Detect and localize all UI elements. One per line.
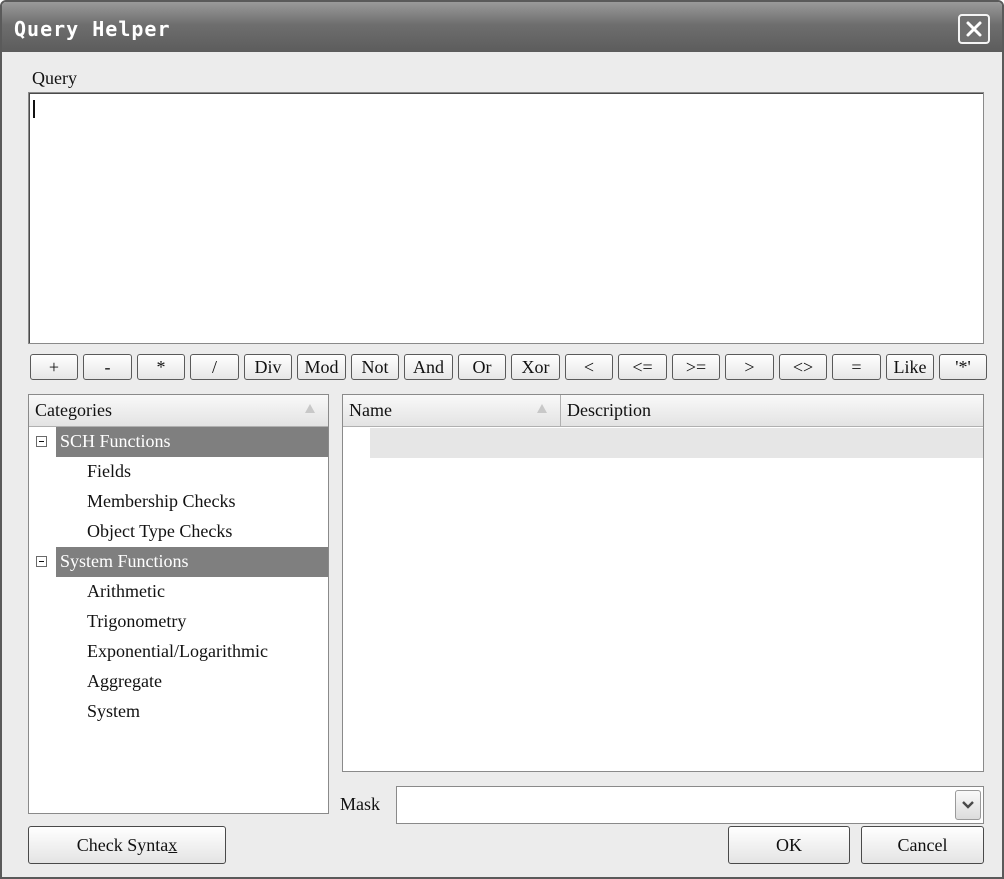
window-title: Query Helper <box>14 17 171 41</box>
operator-button-less-than[interactable]: < <box>565 354 613 380</box>
query-helper-dialog: Query Helper Query + - * / Div Mod Not A… <box>0 0 1004 879</box>
categories-tree[interactable]: Categories SCH Functions Fields Membersh… <box>28 394 329 814</box>
check-syntax-button[interactable]: Check Synta x <box>28 826 226 864</box>
operator-button-greater-than[interactable]: > <box>725 354 774 380</box>
operator-button-not-equal[interactable]: <> <box>779 354 827 380</box>
categories-column-header[interactable]: Categories <box>29 395 328 427</box>
operator-button-or[interactable]: Or <box>458 354 506 380</box>
operator-button-wildcard[interactable]: '*' <box>939 354 987 380</box>
name-header-label: Name <box>349 400 392 420</box>
mask-combobox[interactable] <box>396 786 984 824</box>
check-syntax-label: Check Synta <box>76 834 169 855</box>
tree-item-label: Aggregate <box>87 671 162 691</box>
tree-item-trigonometry[interactable]: Trigonometry <box>29 607 328 637</box>
collapse-icon[interactable] <box>36 556 47 567</box>
query-input[interactable] <box>28 92 984 344</box>
operator-button-plus[interactable]: + <box>30 354 78 380</box>
tree-item-object-type-checks[interactable]: Object Type Checks <box>29 517 328 547</box>
tree-group-label: SCH Functions <box>60 431 171 451</box>
tree-item-exponential-logarithmic[interactable]: Exponential/Logarithmic <box>29 637 328 667</box>
tree-group-sch-functions[interactable]: SCH Functions <box>29 427 328 457</box>
tree-item-label: Arithmetic <box>87 581 165 601</box>
operator-button-greater-equal[interactable]: >= <box>672 354 720 380</box>
operator-button-divide[interactable]: / <box>190 354 239 380</box>
tree-item-label: Trigonometry <box>87 611 187 631</box>
text-caret <box>33 100 35 118</box>
operator-button-xor[interactable]: Xor <box>511 354 560 380</box>
tree-item-label: Object Type Checks <box>87 521 233 541</box>
tree-item-label: Exponential/Logarithmic <box>87 641 268 661</box>
tree-item-aggregate[interactable]: Aggregate <box>29 667 328 697</box>
query-label: Query <box>32 68 77 88</box>
operator-button-less-equal[interactable]: <= <box>618 354 667 380</box>
mask-label: Mask <box>340 794 380 814</box>
operator-button-not[interactable]: Not <box>351 354 399 380</box>
sort-arrow-icon <box>537 404 547 413</box>
tree-group-label: System Functions <box>60 551 189 571</box>
close-button[interactable] <box>958 14 990 44</box>
tree-item-system[interactable]: System <box>29 697 328 727</box>
tree-item-arithmetic[interactable]: Arithmetic <box>29 577 328 607</box>
categories-header-label: Categories <box>35 400 112 420</box>
operator-button-like[interactable]: Like <box>886 354 934 380</box>
operator-button-div[interactable]: Div <box>244 354 292 380</box>
tree-item-label: Membership Checks <box>87 491 236 511</box>
operator-button-equal[interactable]: = <box>832 354 881 380</box>
close-icon <box>966 21 982 37</box>
list-row-selected[interactable] <box>370 428 983 458</box>
name-column-header[interactable]: Name <box>343 395 561 427</box>
tree-item-fields[interactable]: Fields <box>29 457 328 487</box>
operator-button-and[interactable]: And <box>404 354 453 380</box>
check-syntax-accelerator: x <box>168 834 178 855</box>
cancel-button[interactable]: Cancel <box>861 826 984 864</box>
description-column-header[interactable]: Description <box>561 395 983 427</box>
chevron-down-icon <box>962 801 974 809</box>
title-bar[interactable]: Query Helper <box>2 2 1002 52</box>
tree-item-label: Fields <box>87 461 132 481</box>
tree-item-label: System <box>87 701 141 721</box>
functions-list[interactable]: Name Description <box>342 394 984 772</box>
description-header-label: Description <box>567 400 651 420</box>
operator-button-multiply[interactable]: * <box>137 354 185 380</box>
mask-dropdown-button[interactable] <box>955 790 981 820</box>
operator-button-mod[interactable]: Mod <box>297 354 346 380</box>
tree-group-system-functions[interactable]: System Functions <box>29 547 328 577</box>
operator-button-minus[interactable]: - <box>83 354 132 380</box>
collapse-icon[interactable] <box>36 436 47 447</box>
sort-arrow-icon <box>305 404 315 413</box>
ok-button[interactable]: OK <box>728 826 850 864</box>
tree-item-membership-checks[interactable]: Membership Checks <box>29 487 328 517</box>
